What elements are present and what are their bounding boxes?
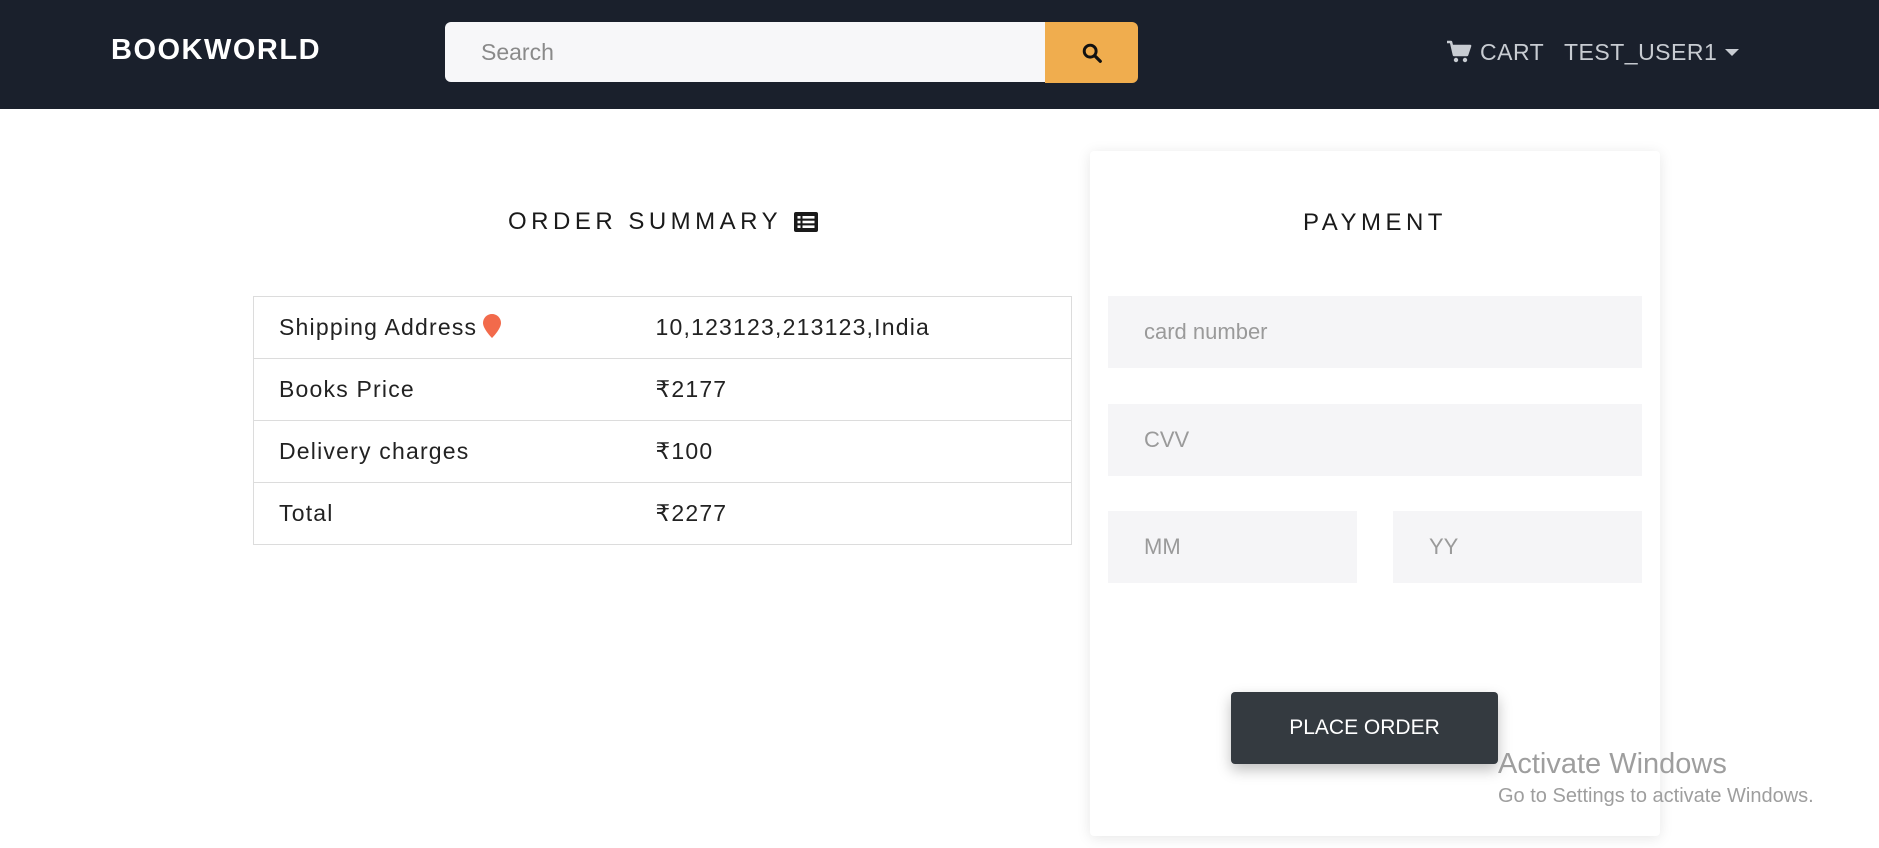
user-menu-toggle[interactable]: TEST_USER1 xyxy=(1564,37,1740,67)
order-summary-heading: ORDER SUMMARY xyxy=(508,208,783,235)
expiry-month-input[interactable] xyxy=(1108,511,1357,583)
table-row-delivery-charges: Delivery charges ₹100 xyxy=(253,420,1072,483)
row-label: Books Price xyxy=(253,358,656,421)
search-icon xyxy=(1082,43,1102,63)
table-row-total: Total ₹2277 xyxy=(253,482,1072,545)
row-label: Delivery charges xyxy=(253,420,656,483)
top-navbar: BOOKWORLD CART TEST_USER1 xyxy=(0,0,1879,109)
order-summary-title: ORDER SUMMARY xyxy=(508,208,819,236)
cart-label: CART xyxy=(1480,38,1545,65)
table-row-shipping-address: Shipping Address 10,123123,213123,India xyxy=(253,296,1072,359)
map-pin-icon xyxy=(483,314,502,338)
row-label: Total xyxy=(253,482,656,545)
row-value: ₹2277 xyxy=(655,482,1072,545)
table-row-books-price: Books Price ₹2177 xyxy=(253,358,1072,421)
cart-icon xyxy=(1447,40,1472,63)
row-value: ₹2177 xyxy=(655,358,1072,421)
row-value: ₹100 xyxy=(655,420,1072,483)
place-order-button[interactable]: PLACE ORDER xyxy=(1231,692,1498,764)
user-name: TEST_USER1 xyxy=(1564,38,1718,65)
payment-title: PAYMENT xyxy=(1303,209,1447,236)
order-summary-table: Shipping Address 10,123123,213123,India … xyxy=(253,296,1072,545)
shipping-address-label: Shipping Address xyxy=(279,314,478,340)
search-button[interactable] xyxy=(1045,22,1138,83)
payment-card: PAYMENT PLACE ORDER xyxy=(1090,151,1660,836)
caret-down-icon xyxy=(1725,48,1740,56)
brand-logo[interactable]: BOOKWORLD xyxy=(111,34,321,67)
watermark-subtitle: Go to Settings to activate Windows. xyxy=(1498,785,1814,807)
row-value: 10,123123,213123,India xyxy=(655,296,1072,359)
search-input[interactable] xyxy=(445,22,1045,82)
windows-activation-watermark: Activate Windows Go to Settings to activ… xyxy=(1498,748,1814,808)
expiry-year-input[interactable] xyxy=(1393,511,1642,583)
watermark-title: Activate Windows xyxy=(1498,748,1727,780)
cvv-input[interactable] xyxy=(1108,404,1642,476)
row-label: Shipping Address xyxy=(253,296,656,359)
card-number-input[interactable] xyxy=(1108,296,1642,368)
list-alt-icon xyxy=(794,212,819,232)
cart-link[interactable]: CART xyxy=(1446,37,1544,67)
